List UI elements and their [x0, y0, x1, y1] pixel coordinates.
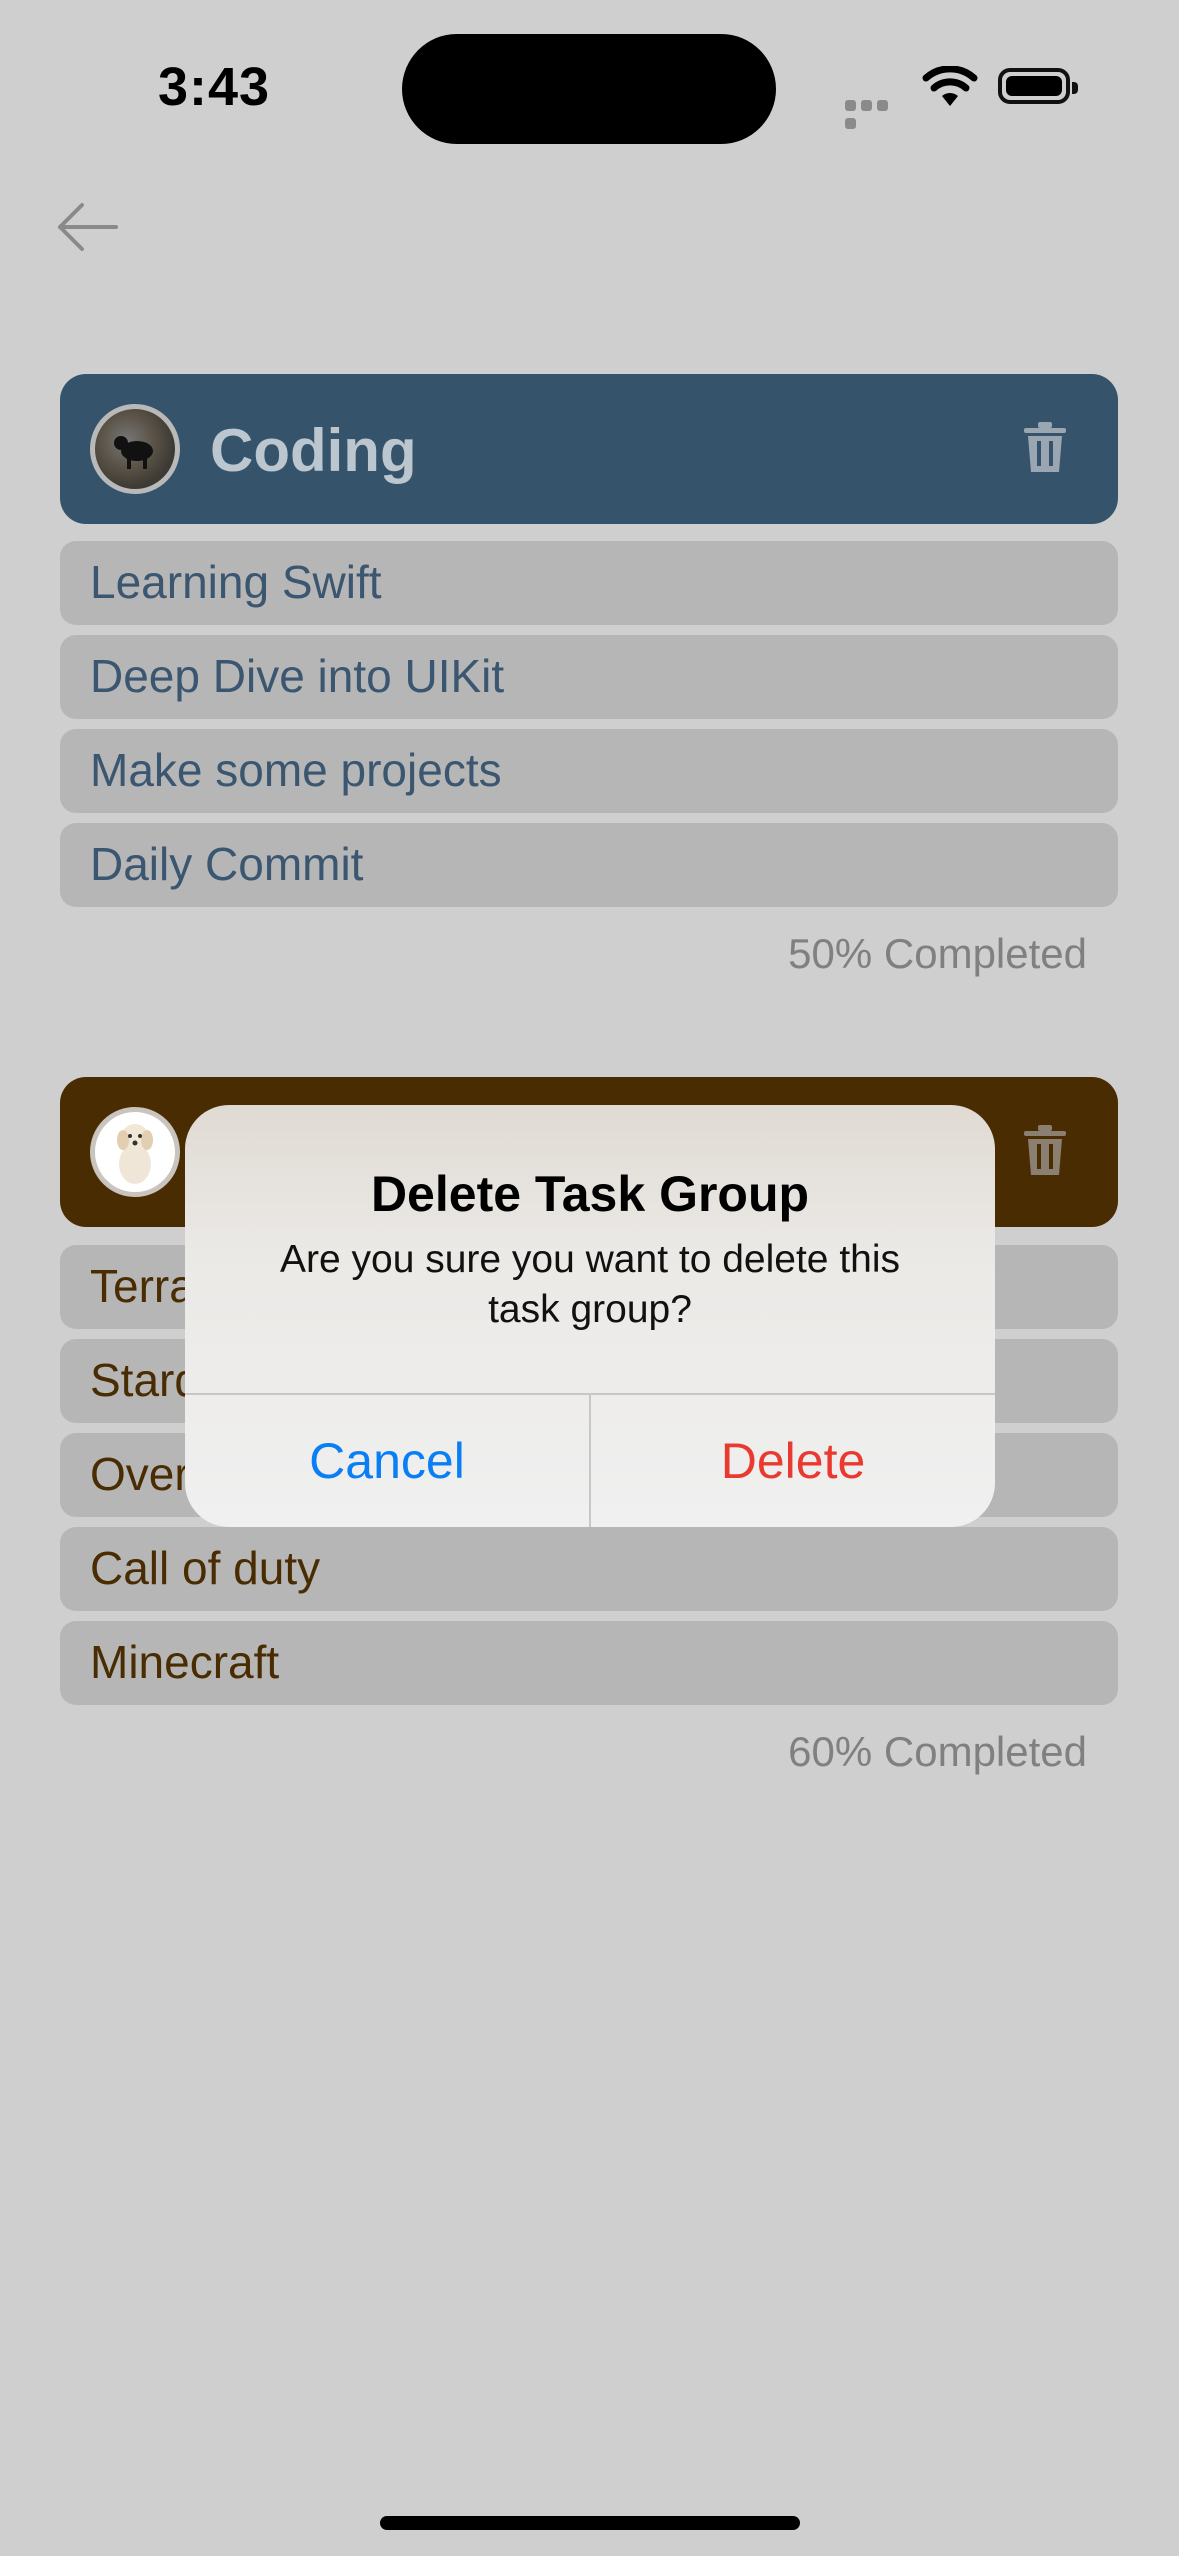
task-item[interactable]: Learning Swift [60, 541, 1118, 625]
status-time: 3:43 [158, 57, 271, 117]
status-bar: 3:43 [0, 0, 1179, 180]
alert-message: Are you sure you want to delete this tas… [279, 1238, 901, 1331]
back-arrow-icon[interactable] [52, 198, 122, 256]
group-progress: 50% Completed [788, 930, 1087, 977]
task-label: Over [90, 1448, 190, 1500]
home-indicator[interactable] [380, 2516, 800, 2530]
task-item[interactable]: Call of duty [60, 1527, 1118, 1611]
group-title: Coding [210, 417, 417, 484]
task-item[interactable]: Deep Dive into UIKit [60, 635, 1118, 719]
signal-icon [845, 98, 905, 129]
group-progress: 60% Completed [788, 1728, 1087, 1775]
task-label: Call of duty [90, 1542, 321, 1594]
battery-icon [998, 68, 1078, 104]
task-item[interactable]: Minecraft [60, 1621, 1118, 1705]
delete-alert-dialog: Delete Task Group Are you sure you want … [185, 1105, 995, 1527]
trash-icon[interactable] [1022, 1125, 1068, 1177]
wifi-icon [922, 66, 978, 106]
alert-title: Delete Task Group [370, 1166, 810, 1222]
task-label: Daily Commit [90, 838, 364, 890]
task-group-header[interactable]: Coding [60, 374, 1118, 524]
task-label: Make some projects [90, 744, 502, 796]
task-label: Deep Dive into UIKit [90, 650, 505, 702]
group-avatar [90, 404, 180, 494]
task-label: Terra [90, 1260, 195, 1312]
task-label: Minecraft [90, 1636, 280, 1688]
delete-button[interactable]: Delete [591, 1395, 995, 1527]
group-avatar [90, 1107, 180, 1197]
trash-icon[interactable] [1022, 422, 1068, 474]
task-label: Learning Swift [90, 556, 382, 608]
task-label: Stard [90, 1354, 200, 1406]
task-item[interactable]: Make some projects [60, 729, 1118, 813]
dynamic-island [402, 34, 776, 144]
task-item[interactable]: Daily Commit [60, 823, 1118, 907]
cancel-button[interactable]: Cancel [185, 1395, 589, 1527]
